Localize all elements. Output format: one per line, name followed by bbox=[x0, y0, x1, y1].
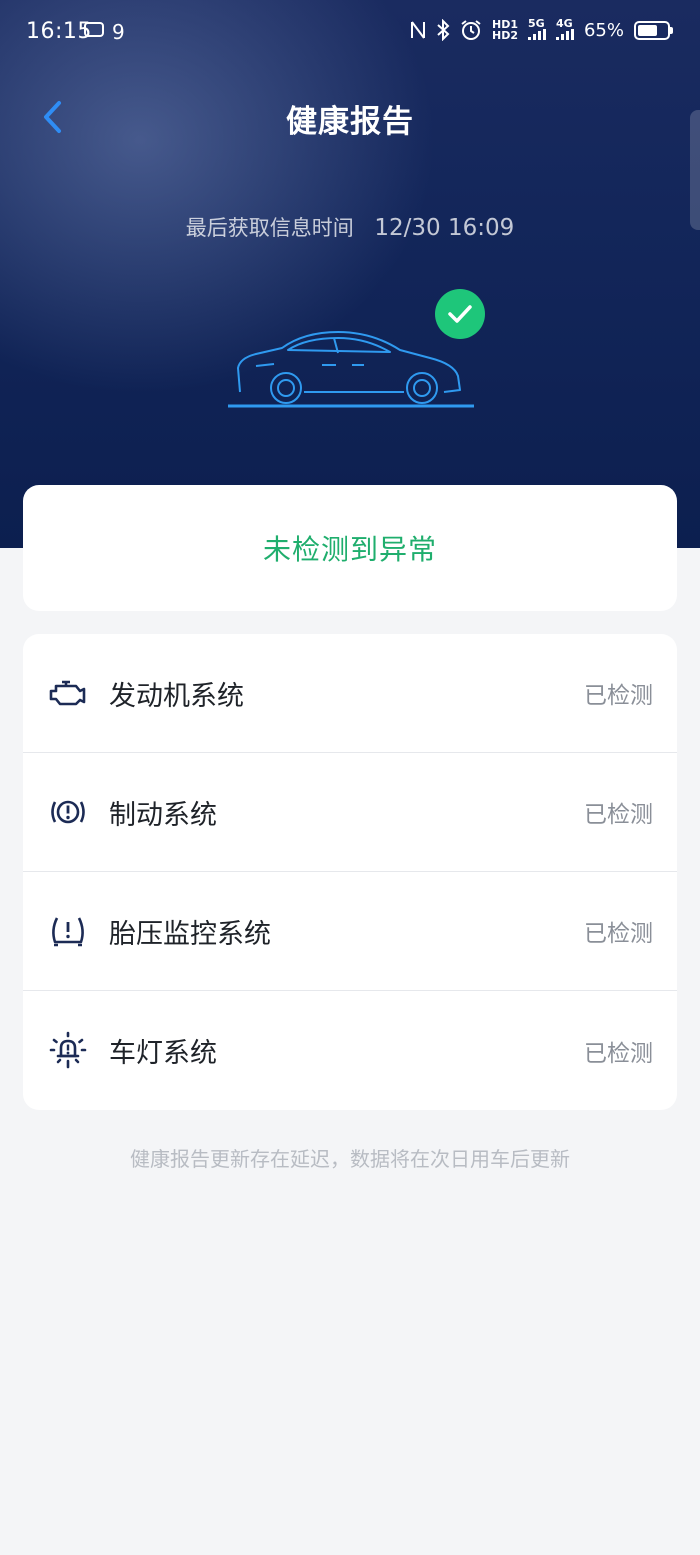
system-status: 已检测 bbox=[584, 683, 653, 709]
status-icons: HD1 HD2 5G 4G 65% bbox=[410, 18, 673, 42]
system-row-tire-pressure[interactable]: 胎压监控系统 已检测 bbox=[23, 872, 677, 991]
last-update-info: 最后获取信息时间 12/30 16:09 bbox=[0, 212, 700, 242]
last-update-label: 最后获取信息时间 bbox=[185, 216, 354, 240]
system-row-engine[interactable]: 发动机系统 已检测 bbox=[23, 634, 677, 753]
result-card: 未检测到异常 bbox=[23, 485, 677, 611]
last-update-time: 12/30 16:09 bbox=[374, 215, 515, 241]
system-row-lights[interactable]: 车灯系统 已检测 bbox=[23, 991, 677, 1110]
notification-count: 9 bbox=[112, 20, 125, 44]
status-time: 16:15 bbox=[26, 19, 92, 44]
systems-list: 发动机系统 已检测 制动系统 已检测 胎压监控系统 已检测 车灯系统 已检测 bbox=[23, 634, 677, 1110]
signal-bars-icon bbox=[527, 29, 546, 40]
signal-5g: 5G bbox=[527, 18, 546, 42]
battery-percent: 65% bbox=[583, 19, 624, 41]
signal-bars-icon bbox=[555, 29, 574, 40]
alarm-icon bbox=[461, 20, 481, 40]
message-icon bbox=[84, 16, 104, 37]
light-bulb-icon bbox=[47, 1031, 89, 1069]
battery-icon bbox=[634, 20, 673, 40]
bluetooth-icon bbox=[437, 19, 450, 41]
status-bar: 16:15 9 HD1 HD2 5G 4G bbox=[0, 0, 700, 66]
nfc-icon bbox=[410, 21, 425, 39]
system-status: 已检测 bbox=[584, 921, 653, 947]
system-name: 发动机系统 bbox=[109, 680, 244, 712]
signal-4g: 4G bbox=[555, 18, 574, 42]
page-title: 健康报告 bbox=[286, 104, 414, 140]
system-status: 已检测 bbox=[584, 1040, 653, 1067]
result-text: 未检测到异常 bbox=[262, 533, 437, 566]
check-circle-icon bbox=[435, 289, 485, 339]
system-name: 车灯系统 bbox=[109, 1038, 217, 1069]
hd-indicator: HD1 HD2 bbox=[491, 18, 518, 42]
system-row-brake[interactable]: 制动系统 已检测 bbox=[23, 753, 677, 872]
system-name: 胎压监控系统 bbox=[109, 918, 271, 950]
brake-warning-icon bbox=[47, 793, 89, 831]
system-status: 已检测 bbox=[584, 802, 653, 828]
footer-note: 健康报告更新存在延迟，数据将在次日用车后更新 bbox=[130, 1147, 570, 1171]
checkmark-icon bbox=[448, 305, 472, 323]
system-name: 制动系统 bbox=[109, 799, 217, 831]
engine-icon bbox=[47, 674, 89, 712]
car-illustration bbox=[228, 331, 474, 408]
tire-pressure-icon bbox=[47, 912, 89, 950]
hero-background bbox=[0, 0, 700, 548]
